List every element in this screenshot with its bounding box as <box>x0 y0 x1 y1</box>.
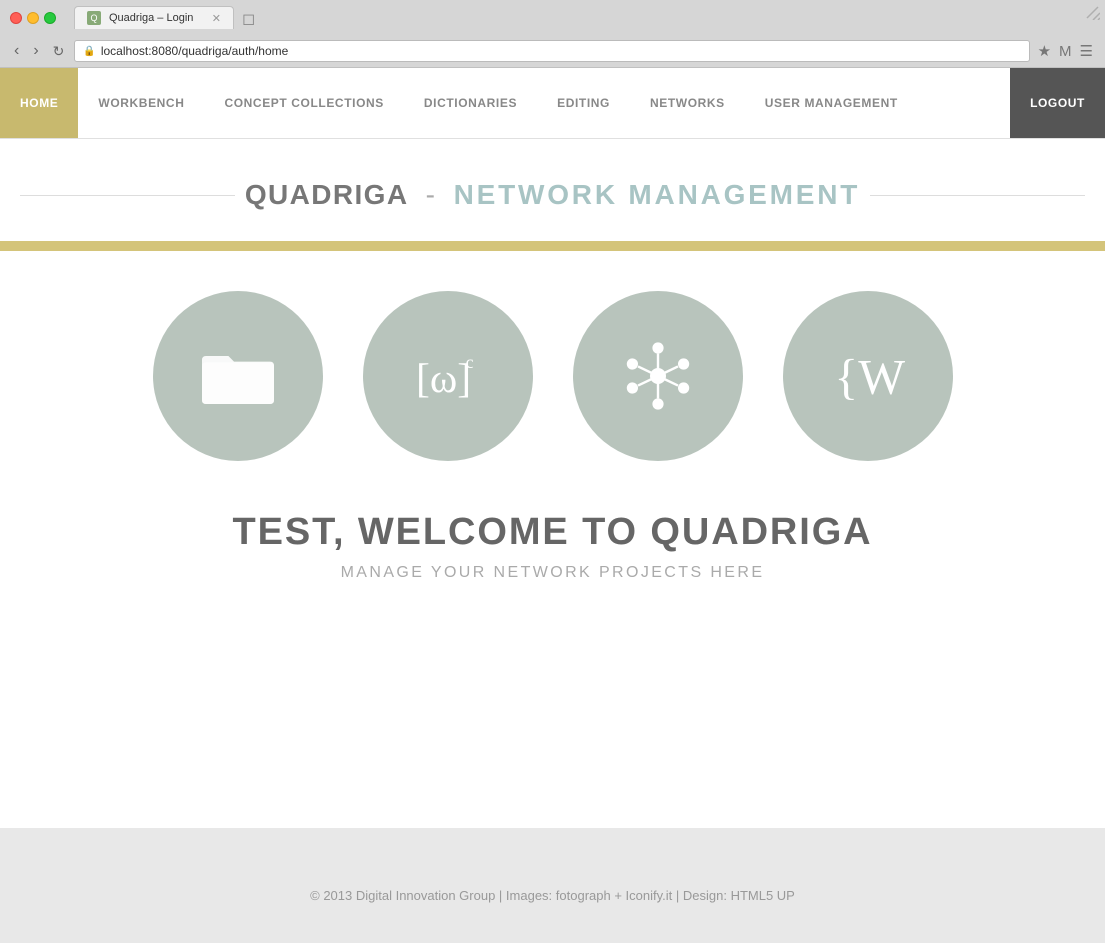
concept-icon: [ω] c <box>408 336 488 416</box>
network-icon <box>618 336 698 416</box>
folder-icon <box>198 336 278 416</box>
footer: © 2013 Digital Innovation Group | Images… <box>0 828 1105 943</box>
url-text: localhost:8080/quadriga/auth/home <box>101 44 288 58</box>
gmail-button[interactable]: M <box>1057 41 1074 62</box>
footer-html5up-link[interactable]: HTML5 UP <box>731 888 795 903</box>
folder-icon-circle[interactable] <box>153 291 323 461</box>
gold-divider <box>0 241 1105 251</box>
footer-plus: + <box>611 888 626 903</box>
brand-name: QUADRIGA <box>245 179 409 210</box>
nav-item-user-management[interactable]: USER MANAGEMENT <box>745 68 918 138</box>
toolbar-actions: ★ M ☰ <box>1036 40 1095 62</box>
browser-toolbar: ‹ › ↻ 🔒 localhost:8080/quadriga/auth/hom… <box>0 35 1105 67</box>
browser-tab[interactable]: Q Quadriga – Login ✕ <box>74 6 234 29</box>
workbench-icon-circle[interactable]: {W} <box>783 291 953 461</box>
icons-row: [ω] c <box>0 251 1105 491</box>
nav-item-dictionaries[interactable]: DICTIONARIES <box>404 68 537 138</box>
welcome-subtitle: MANAGE YOUR NETWORK PROJECTS HERE <box>20 564 1085 582</box>
tab-favicon: Q <box>87 11 101 25</box>
header-dash: - <box>426 179 437 210</box>
footer-fotograph-link[interactable]: fotograph <box>556 888 611 903</box>
bookmark-button[interactable]: ★ <box>1036 40 1053 62</box>
header-line-right <box>870 195 1085 196</box>
traffic-lights <box>10 12 56 24</box>
svg-text:[ω]: [ω] <box>416 355 471 401</box>
header-line-left <box>20 195 235 196</box>
header-text: QUADRIGA - NETWORK MANAGEMENT <box>245 179 860 211</box>
nav-item-home[interactable]: HOME <box>0 68 78 138</box>
workbench-icon: {W} <box>828 336 908 416</box>
nav-item-concept-collections[interactable]: CONCEPT COLLECTIONS <box>204 68 403 138</box>
footer-iconify-link[interactable]: Iconify.it <box>626 888 673 903</box>
main-nav: HOME WORKBENCH CONCEPT COLLECTIONS DICTI… <box>0 68 1105 139</box>
app-wrapper: HOME WORKBENCH CONCEPT COLLECTIONS DICTI… <box>0 68 1105 828</box>
minimize-button[interactable] <box>27 12 39 24</box>
svg-text:{W}: {W} <box>834 350 908 405</box>
welcome-title: TEST, WELCOME TO QUADRIGA <box>20 511 1085 554</box>
forward-button[interactable]: › <box>29 40 42 62</box>
menu-button[interactable]: ☰ <box>1078 40 1095 62</box>
tab-title: Quadriga – Login <box>109 12 193 24</box>
footer-copyright: © 2013 Digital Innovation Group | Images… <box>310 888 556 903</box>
new-tab-button[interactable]: ◻ <box>234 9 263 29</box>
footer-text: © 2013 Digital Innovation Group | Images… <box>20 888 1085 903</box>
browser-chrome: Q Quadriga – Login ✕ ◻ ‹ › ↻ 🔒 localhost… <box>0 0 1105 68</box>
nav-item-workbench[interactable]: WORKBENCH <box>78 68 204 138</box>
address-bar[interactable]: 🔒 localhost:8080/quadriga/auth/home <box>74 40 1029 62</box>
security-icon: 🔒 <box>83 46 95 57</box>
page-header: QUADRIGA - NETWORK MANAGEMENT <box>0 139 1105 241</box>
nav-item-logout[interactable]: LOGOUT <box>1010 68 1105 138</box>
nav-item-networks[interactable]: NETWORKS <box>630 68 745 138</box>
browser-titlebar: Q Quadriga – Login ✕ ◻ <box>0 0 1105 35</box>
svg-text:c: c <box>465 352 473 372</box>
back-button[interactable]: ‹ <box>10 40 23 62</box>
tab-close-icon[interactable]: ✕ <box>212 12 221 25</box>
welcome-section: TEST, WELCOME TO QUADRIGA MANAGE YOUR NE… <box>0 491 1105 642</box>
refresh-button[interactable]: ↻ <box>49 41 69 62</box>
resize-handle[interactable] <box>1085 5 1100 20</box>
nav-item-editing[interactable]: EDITING <box>537 68 630 138</box>
concept-icon-circle[interactable]: [ω] c <box>363 291 533 461</box>
close-button[interactable] <box>10 12 22 24</box>
network-icon-circle[interactable] <box>573 291 743 461</box>
footer-design-label: | Design: <box>672 888 730 903</box>
maximize-button[interactable] <box>44 12 56 24</box>
header-subtitle: NETWORK MANAGEMENT <box>454 179 861 210</box>
tab-bar: Q Quadriga – Login ✕ ◻ <box>74 6 1095 29</box>
